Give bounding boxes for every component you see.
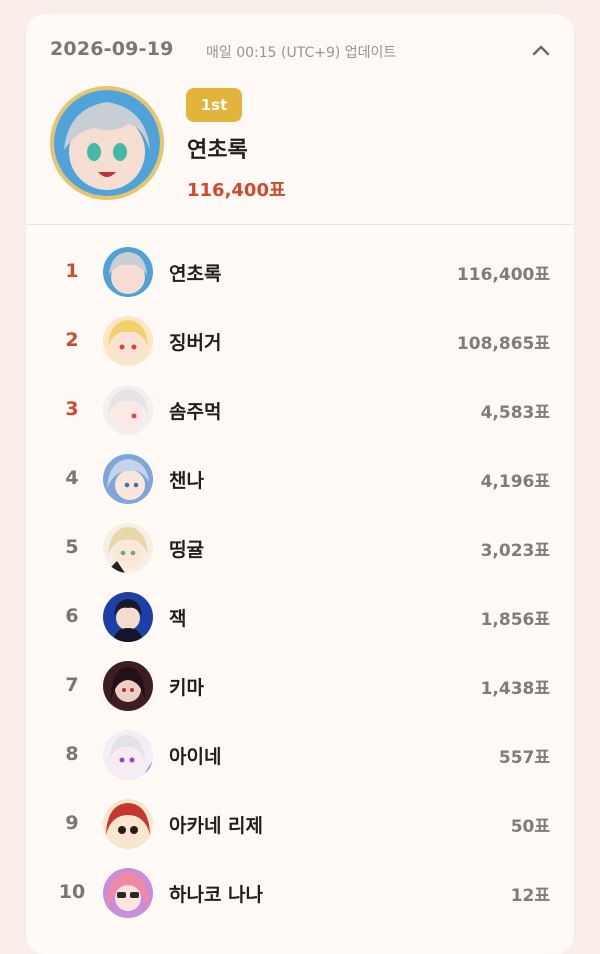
- ranking-row[interactable]: 4 챈나 4,196표: [26, 445, 574, 514]
- winner-avatar: [50, 86, 164, 200]
- streamer-name: 연초록: [169, 263, 222, 285]
- vote-count: 50표: [510, 817, 550, 837]
- winner-votes: 116,400표: [187, 180, 286, 201]
- ranking-row[interactable]: 7 키마 1,438표: [26, 652, 574, 721]
- vote-count: 557표: [498, 748, 550, 768]
- rank-number: 6: [65, 605, 79, 627]
- ranking-row[interactable]: 1 연초록 116,400표: [26, 238, 574, 307]
- avatar: [103, 385, 153, 435]
- winner-section: 1st 연초록 116,400표: [50, 86, 550, 206]
- ranking-list: 1 연초록 116,400표 2 징버거 108,865표 3 솜주먹 4,58…: [26, 238, 574, 928]
- vote-count: 1,856표: [480, 610, 550, 630]
- avatar: [103, 868, 153, 918]
- rank-number: 3: [65, 398, 79, 420]
- streamer-name: 띵귤: [169, 539, 204, 561]
- streamer-name: 챈나: [169, 470, 204, 492]
- streamer-name: 잭: [169, 608, 187, 630]
- ranking-row[interactable]: 10 하나코 나나 12표: [26, 859, 574, 928]
- avatar: [103, 799, 153, 849]
- collapse-button[interactable]: [526, 36, 556, 66]
- vote-count: 4,583표: [480, 403, 550, 423]
- rank-number: 8: [65, 743, 79, 765]
- ranking-row[interactable]: 9 아카네 리제 50표: [26, 790, 574, 859]
- winner-name: 연초록: [187, 138, 248, 163]
- rank-number: 10: [58, 881, 86, 903]
- avatar: [103, 247, 153, 297]
- vote-count: 1,438표: [480, 679, 550, 699]
- update-note: 매일 00:15 (UTC+9) 업데이트: [206, 45, 397, 61]
- vote-count: 108,865표: [456, 334, 550, 354]
- chevron-up-icon: [532, 45, 550, 56]
- avatar: [103, 454, 153, 504]
- rank-number: 7: [65, 674, 79, 696]
- avatar: [103, 523, 153, 573]
- ranking-row[interactable]: 8 아이네 557표: [26, 721, 574, 790]
- rank-number: 9: [65, 812, 79, 834]
- ranking-row[interactable]: 2 징버거 108,865표: [26, 307, 574, 376]
- streamer-name: 아카네 리제: [169, 815, 264, 837]
- streamer-name: 아이네: [169, 746, 222, 768]
- streamer-name: 징버거: [169, 332, 222, 354]
- rank-number: 2: [65, 329, 79, 351]
- vote-count: 12표: [510, 886, 550, 906]
- ranking-card: 2026-09-19 매일 00:15 (UTC+9) 업데이트 1st 연초록…: [26, 14, 574, 954]
- streamer-name: 키마: [169, 677, 204, 699]
- ranking-row[interactable]: 5 띵귤 3,023표: [26, 514, 574, 583]
- first-place-badge: 1st: [186, 88, 242, 122]
- rank-number: 5: [65, 536, 79, 558]
- avatar: [103, 661, 153, 711]
- ranking-row[interactable]: 6 잭 1,856표: [26, 583, 574, 652]
- rank-number: 1: [65, 260, 79, 282]
- avatar: [103, 592, 153, 642]
- ranking-row[interactable]: 3 솜주먹 4,583표: [26, 376, 574, 445]
- divider: [26, 224, 574, 225]
- avatar: [103, 316, 153, 366]
- vote-count: 3,023표: [480, 541, 550, 561]
- ranking-date: 2026-09-19: [50, 38, 174, 60]
- streamer-name: 하나코 나나: [169, 884, 264, 906]
- ranking-header: 2026-09-19 매일 00:15 (UTC+9) 업데이트: [50, 36, 550, 66]
- avatar: [103, 730, 153, 780]
- streamer-name: 솜주먹: [169, 401, 222, 423]
- vote-count: 4,196표: [480, 472, 550, 492]
- vote-count: 116,400표: [456, 265, 550, 285]
- rank-number: 4: [65, 467, 79, 489]
